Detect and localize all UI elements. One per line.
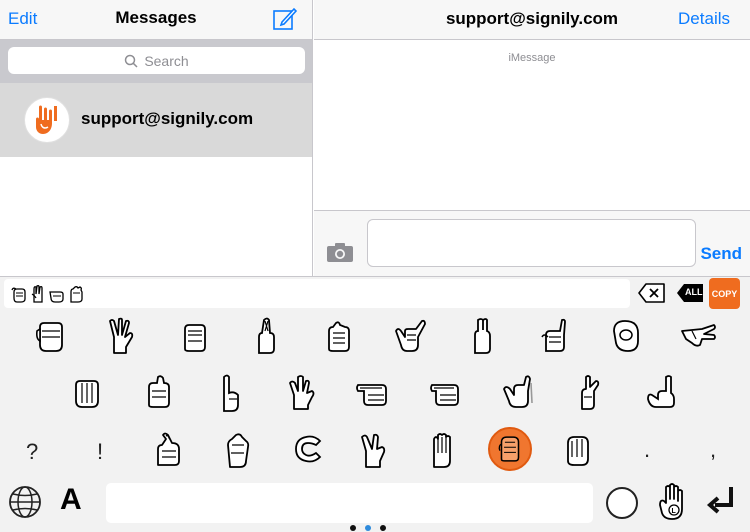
hand-sign-t-icon — [328, 321, 350, 352]
hand-sign-n-icon — [433, 433, 451, 468]
signily-logo-icon — [36, 105, 57, 134]
message-input[interactable] — [367, 219, 696, 267]
delete-all-button[interactable]: ALL — [676, 282, 704, 304]
hand-sign-q-icon — [567, 436, 589, 466]
space-key[interactable] — [106, 483, 593, 523]
messages-title: Messages — [115, 8, 197, 27]
sign-key-u[interactable] — [460, 315, 504, 359]
conversation-header: support@signily.com Details — [314, 0, 750, 40]
hand-sign-x-icon — [157, 432, 180, 466]
hand-sign-z-icon — [647, 375, 675, 408]
backspace-icon[interactable] — [638, 282, 666, 304]
sign-key-n[interactable] — [420, 429, 464, 473]
hand-sign-e-icon — [70, 285, 83, 303]
search-icon — [125, 54, 138, 68]
hand-sign-b-icon — [361, 433, 386, 468]
svg-text:L: L — [672, 508, 677, 515]
circle-key[interactable] — [606, 487, 638, 519]
hand-sign-g-icon — [289, 375, 315, 410]
compose-icon[interactable] — [272, 6, 298, 32]
sign-key-m-selected[interactable] — [488, 427, 532, 471]
sign-key-t[interactable] — [316, 315, 360, 359]
sign-key-p[interactable] — [676, 315, 720, 359]
search-input[interactable]: Search — [8, 47, 305, 74]
globe-icon[interactable] — [8, 485, 42, 519]
hand-sign-f-icon — [223, 374, 239, 412]
conversation-list-header: Edit Messages — [0, 0, 312, 40]
hand-sign-b-icon — [31, 284, 43, 303]
sign-key-i[interactable] — [532, 315, 576, 359]
page-dot — [350, 525, 356, 531]
sign-key-v[interactable] — [286, 429, 330, 473]
hand-sign-o-icon — [613, 320, 639, 352]
conversation-list-pane: Edit Messages Search support@signily.com — [0, 0, 313, 276]
hand-sign-k-icon — [503, 375, 533, 408]
sign-key-x[interactable] — [146, 429, 190, 473]
hand-sign-i-icon — [541, 318, 566, 352]
question-key[interactable]: ? — [26, 439, 38, 465]
sign-key-z[interactable] — [640, 371, 684, 415]
hand-sign-p-icon — [681, 324, 716, 347]
conversation-name: support@signily.com — [81, 109, 254, 128]
page-dot-current — [365, 525, 371, 531]
exclaim-key[interactable]: ! — [97, 439, 103, 465]
hand-sign-y-icon — [395, 319, 426, 352]
conversation-row[interactable]: support@signily.com — [0, 83, 312, 157]
typed-signs-field[interactable] — [4, 279, 630, 308]
sign-key-s[interactable] — [64, 371, 108, 415]
search-placeholder: Search — [144, 52, 189, 69]
hand-sign-w-icon — [109, 317, 134, 354]
sign-key-a[interactable] — [28, 315, 72, 359]
hand-sign-v-icon — [295, 435, 322, 463]
sign-key-r[interactable] — [244, 315, 288, 359]
hand-sign-u-icon — [474, 318, 491, 354]
sign-key-c[interactable] — [216, 429, 260, 473]
hand-sign-m-icon — [498, 436, 520, 462]
sign-key-k[interactable] — [496, 371, 540, 415]
search-bar-container: Search — [0, 40, 312, 83]
return-icon[interactable] — [706, 485, 736, 517]
hand-sign-d-icon — [148, 375, 170, 408]
hand-sign-h-icon — [356, 384, 387, 406]
sign-key-y[interactable] — [388, 315, 432, 359]
sign-key-e[interactable] — [172, 315, 216, 359]
sign-keyboard: ALL COPY ? ! . , A L — [0, 276, 750, 532]
camera-icon[interactable] — [326, 241, 354, 263]
hand-sign-c-icon — [227, 433, 250, 468]
comma-key[interactable]: , — [710, 437, 716, 463]
sign-key-h[interactable] — [352, 371, 396, 415]
hand-sign-a-icon — [36, 322, 63, 352]
sign-key-f[interactable] — [208, 371, 252, 415]
hand-sign-a-icon — [11, 287, 26, 303]
hand-sign-g-icon — [49, 290, 64, 303]
hand-sign-j-icon — [430, 384, 459, 406]
letter-mode-key[interactable]: A — [60, 483, 82, 517]
sign-key-q[interactable] — [556, 429, 600, 473]
send-button[interactable]: Send — [700, 244, 742, 264]
hand-sign-e-icon — [184, 324, 206, 352]
keyboard-toolbar: ALL COPY — [0, 277, 750, 311]
page-indicator — [350, 525, 386, 531]
selected-key-highlight — [488, 427, 532, 471]
sign-key-b[interactable] — [352, 429, 396, 473]
hand-sign-r-icon — [258, 317, 275, 354]
conversation-detail-pane: support@signily.com Details iMessage Sen… — [314, 0, 750, 276]
hand-sign-l-icon — [581, 375, 600, 410]
sign-key-o[interactable] — [604, 315, 648, 359]
service-label: iMessage — [508, 52, 556, 64]
hand-letter-l-icon[interactable]: L — [654, 481, 690, 521]
period-key[interactable]: . — [644, 437, 650, 463]
sign-key-j[interactable] — [424, 371, 468, 415]
page-dot — [380, 525, 386, 531]
details-button[interactable]: Details — [678, 9, 730, 29]
hand-sign-s-icon — [75, 380, 99, 408]
delete-all-label: ALL — [685, 287, 703, 297]
sign-key-d[interactable] — [136, 371, 180, 415]
copy-button[interactable]: COPY — [709, 278, 740, 309]
sign-key-l[interactable] — [568, 371, 612, 415]
sign-key-g[interactable] — [280, 371, 324, 415]
sign-key-w[interactable] — [100, 315, 144, 359]
avatar — [24, 97, 70, 143]
message-composer: Send — [314, 210, 750, 276]
